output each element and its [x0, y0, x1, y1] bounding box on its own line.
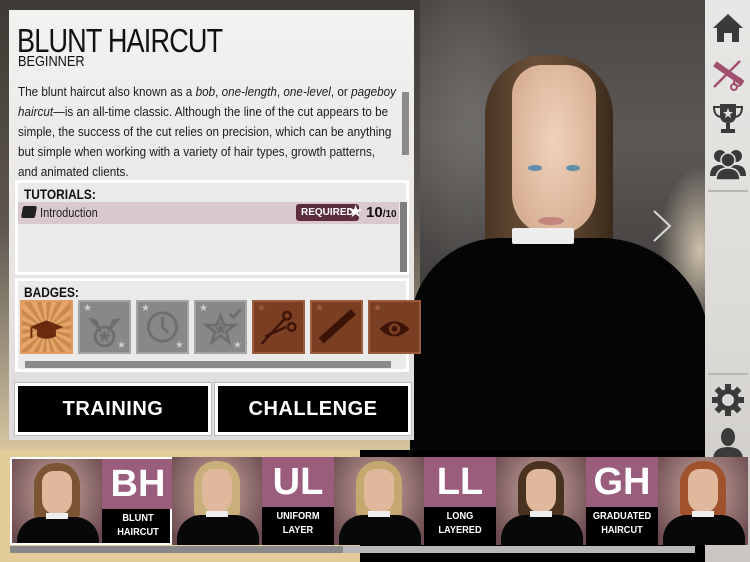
- training-button[interactable]: TRAINING: [14, 382, 212, 436]
- description-text: —is an all-time classic. Although the li…: [18, 104, 392, 176]
- haircut-portrait: [172, 457, 262, 545]
- haircut-abbreviation: GH: [586, 457, 658, 507]
- lesson-level: BEGINNER: [18, 53, 85, 70]
- portrait-face: [526, 469, 556, 513]
- haircut-name-line: LONG: [446, 510, 474, 522]
- haircut-abbreviation: BH: [102, 459, 174, 509]
- tutorial-label: Introduction: [40, 205, 98, 220]
- haircut-card[interactable]: GH GRADUATED HAIRCUT: [496, 457, 658, 545]
- star-icon: ★: [348, 202, 364, 221]
- tutorial-score: 10/10: [366, 204, 397, 221]
- eye-icon: [379, 321, 410, 337]
- portrait-collar: [46, 513, 68, 519]
- haircut-name-line: LAYERED: [438, 524, 482, 536]
- badge-comb[interactable]: ★: [310, 300, 363, 354]
- sidebar-divider: [708, 190, 748, 192]
- badges-scrollbar[interactable]: [25, 361, 391, 368]
- model-lips: [538, 217, 564, 225]
- badge-star-check[interactable]: ★ ★: [194, 300, 247, 354]
- clock-icon: [146, 311, 179, 343]
- haircut-name: GRADUATED HAIRCUT: [590, 509, 653, 543]
- portrait-cape: [177, 515, 259, 545]
- portrait-face: [364, 469, 394, 513]
- haircut-name: BLUNT HAIRCUT: [106, 511, 169, 545]
- portrait-face: [202, 469, 232, 513]
- lesson-panel: BLUNT HAIRCUT BEGINNER The blunt haircut…: [9, 10, 421, 440]
- badge-eye[interactable]: ★: [368, 300, 421, 354]
- haircut-abbreviation: UL: [262, 457, 334, 507]
- tutorials-section: TUTORIALS: Introduction REQUIRED ★ 10/10: [15, 180, 409, 275]
- haircut-portrait: [496, 457, 586, 545]
- tutorial-row[interactable]: Introduction REQUIRED ★ 10/10: [18, 202, 399, 224]
- portrait-collar: [368, 511, 390, 517]
- portrait-collar: [206, 511, 228, 517]
- notebook-icon: [20, 206, 38, 218]
- haircut-name-line: LAYER: [282, 524, 314, 536]
- home-icon[interactable]: [710, 10, 746, 46]
- haircut-portrait: [12, 459, 102, 543]
- model-cape: [410, 238, 710, 458]
- badge-scissors[interactable]: ★: [252, 300, 305, 354]
- model-eye-right: [566, 165, 580, 171]
- haircut-name-line: GRADUATED: [592, 510, 652, 522]
- scissors-icon: [260, 310, 297, 345]
- badge-medal-wings[interactable]: ★ ★: [78, 300, 131, 354]
- next-arrow-icon[interactable]: [648, 207, 676, 245]
- lesson-description: The blunt haircut also known as a bob , o…: [18, 82, 396, 176]
- description-text: The blunt haircut also known as a: [18, 84, 196, 99]
- sidebar-divider: [708, 373, 748, 375]
- haircut-name: UNIFORM LAYER: [266, 509, 329, 543]
- haircut-portrait: [658, 457, 748, 545]
- description-emphasis: one-level: [283, 84, 331, 99]
- haircut-card[interactable]: [658, 457, 748, 545]
- haircut-card[interactable]: LL LONG LAYERED: [334, 457, 496, 545]
- medal-wings-icon: [87, 317, 122, 348]
- star-check-icon: [202, 308, 242, 346]
- haircut-card[interactable]: UL UNIFORM LAYER: [172, 457, 334, 545]
- haircut-name-line: UNIFORM: [276, 510, 320, 522]
- portrait-cape: [339, 515, 421, 545]
- portrait-face: [42, 471, 72, 515]
- portrait-cape: [501, 515, 583, 545]
- game-screen: BLUNT HAIRCUT BEGINNER The blunt haircut…: [0, 0, 750, 562]
- portrait-face: [688, 469, 718, 513]
- group-icon[interactable]: [710, 145, 746, 181]
- carousel-scrollbar[interactable]: [10, 546, 343, 553]
- haircut-carousel: BH BLUNT HAIRCUT UL UNIFORM LAYER LL LONG LAYERE…: [0, 450, 748, 562]
- badges-section: BADGES: ★ ★ ★ ★ ★ ★ ★ ★ ★: [15, 278, 421, 372]
- description-scrollbar[interactable]: [402, 92, 409, 155]
- model-face: [512, 65, 596, 235]
- client-model[interactable]: [400, 50, 710, 458]
- haircut-abbreviation: LL: [424, 457, 496, 507]
- tutorials-scrollbar[interactable]: [400, 202, 407, 272]
- badges-heading: BADGES:: [24, 284, 79, 300]
- challenge-button[interactable]: CHALLENGE: [214, 382, 412, 436]
- model-collar: [512, 228, 574, 244]
- model-eye-left: [528, 165, 542, 171]
- description-emphasis: bob: [195, 84, 216, 99]
- portrait-collar: [692, 511, 714, 517]
- description-emphasis: one-length: [221, 84, 277, 99]
- haircut-name-line: HAIRCUT: [601, 524, 643, 536]
- portrait-cape: [663, 515, 745, 545]
- haircut-card[interactable]: BH BLUNT HAIRCUT: [10, 457, 174, 545]
- portrait-collar: [530, 511, 552, 517]
- user-icon[interactable]: [710, 425, 746, 461]
- haircut-portrait: [334, 457, 424, 545]
- comb-icon: [318, 309, 356, 344]
- scissors-comb-icon[interactable]: [710, 55, 746, 91]
- graduation-cap-icon: [29, 320, 64, 339]
- gear-icon[interactable]: [710, 382, 746, 418]
- portrait-cape: [17, 517, 99, 543]
- haircut-name-line: BLUNT: [122, 512, 154, 524]
- badge-clock[interactable]: ★ ★: [136, 300, 189, 354]
- score-max: /10: [382, 209, 397, 220]
- haircut-name: LONG LAYERED: [428, 509, 491, 543]
- haircut-name-line: HAIRCUT: [117, 526, 159, 538]
- score-value: 10: [366, 204, 383, 221]
- tutorials-heading: TUTORIALS:: [24, 186, 96, 202]
- description-text: , or: [330, 84, 352, 99]
- badge-graduation-cap[interactable]: [20, 300, 73, 354]
- trophy-icon[interactable]: [710, 100, 746, 136]
